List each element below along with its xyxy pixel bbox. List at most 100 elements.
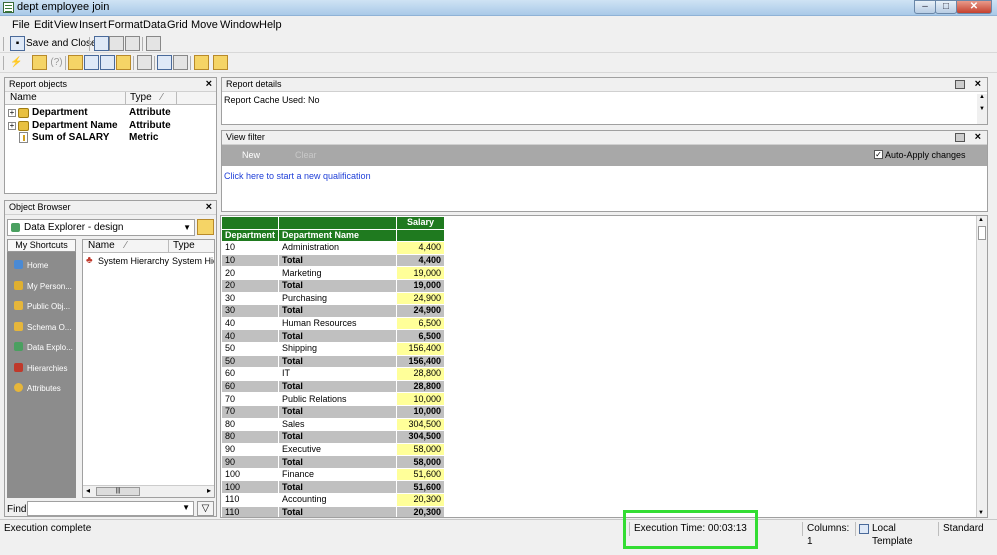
table-row[interactable]: 90 Executive 58,000 (221, 442, 446, 457)
shortcut-data-explorer[interactable]: Data Explo... (14, 342, 73, 354)
source-dropdown[interactable]: Data Explorer - design ▼ (7, 219, 195, 236)
table-row[interactable]: 50 Shipping 156,400 (221, 341, 446, 356)
department-cell[interactable]: 70 (221, 392, 280, 406)
new-qualification-link[interactable]: Click here to start a new qualification (224, 171, 371, 181)
report-object-item[interactable]: + Department Attribute (5, 107, 216, 119)
scroll-thumb[interactable]: ||| (96, 487, 140, 496)
salary-cell[interactable]: 24,900 (396, 291, 446, 306)
column-type[interactable]: Type (125, 92, 177, 104)
department-cell[interactable]: 80 (221, 430, 280, 444)
save-icon[interactable]: ▪ (10, 36, 25, 51)
list-item[interactable]: ♣ System Hierarchy System Hie (85, 255, 214, 267)
minimize-panel-icon[interactable] (955, 80, 965, 89)
department-cell[interactable]: 90 (221, 442, 280, 457)
total-row[interactable]: 10 Total 4,400 (221, 253, 446, 268)
table-row[interactable]: 110 Accounting 20,300 (221, 493, 446, 507)
menu-edit[interactable]: Edit (34, 19, 53, 31)
table-row[interactable]: 60 IT 28,800 (221, 367, 446, 381)
department-name-cell[interactable]: Total (278, 505, 398, 517)
table-row[interactable]: 80 Sales 304,500 (221, 417, 446, 432)
expand-icon[interactable]: + (8, 122, 16, 130)
salary-cell[interactable]: 10,000 (396, 392, 446, 406)
total-row[interactable]: 30 Total 24,900 (221, 304, 446, 318)
department-cell[interactable]: 10 (221, 253, 280, 268)
department-cell[interactable]: 50 (221, 341, 280, 356)
clear-button[interactable]: Clear (295, 150, 317, 160)
save-and-close-button[interactable]: Save and Close (26, 38, 97, 49)
salary-cell[interactable]: 156,400 (396, 341, 446, 356)
total-row[interactable]: 40 Total 6,500 (221, 329, 446, 343)
close-object-browser-icon[interactable]: × (206, 202, 212, 213)
sort-icon[interactable] (32, 55, 47, 70)
table-row[interactable]: 10 Administration 4,400 (221, 241, 446, 255)
table-row[interactable]: 40 Human Resources 6,500 (221, 316, 446, 331)
salary-cell[interactable]: 28,800 (396, 379, 446, 394)
grid-view-icon[interactable] (84, 55, 99, 70)
department-cell[interactable]: 90 (221, 455, 280, 469)
department-name-cell[interactable]: Marketing (278, 266, 398, 280)
grid-vertical-scrollbar[interactable]: ▲ ▼ (976, 216, 987, 517)
metric-header[interactable]: Salary (396, 216, 446, 230)
department-cell[interactable]: 50 (221, 354, 280, 369)
book-icon[interactable] (94, 36, 109, 51)
department-name-cell[interactable]: Accounting (278, 493, 398, 507)
wizard-icon[interactable] (194, 55, 209, 70)
salary-cell[interactable]: 6,500 (396, 316, 446, 331)
department-cell[interactable]: 110 (221, 505, 280, 517)
department-name-cell[interactable]: Total (278, 354, 398, 369)
department-name-cell[interactable]: Human Resources (278, 316, 398, 331)
department-cell[interactable]: 60 (221, 379, 280, 394)
vertical-scrollbar[interactable]: ▲ ▼ (977, 94, 987, 124)
find-icon[interactable] (157, 55, 172, 70)
formula-icon[interactable]: (?) (49, 55, 64, 70)
department-name-cell[interactable]: Total (278, 455, 398, 469)
menu-window[interactable]: Window (220, 19, 259, 31)
department-cell[interactable]: 40 (221, 329, 280, 343)
salary-cell[interactable]: 19,000 (396, 278, 446, 293)
department-name-cell[interactable]: Total (278, 379, 398, 394)
new-button[interactable]: New (242, 150, 260, 160)
menu-view[interactable]: View (54, 19, 78, 31)
department-cell[interactable]: 30 (221, 291, 280, 306)
maximize-button[interactable]: □ (935, 0, 957, 14)
department-name-cell[interactable]: Finance (278, 467, 398, 482)
my-shortcuts-tab[interactable]: My Shortcuts (7, 239, 76, 252)
page-by-icon[interactable] (137, 55, 152, 70)
department-cell[interactable]: 100 (221, 480, 280, 495)
scroll-thumb[interactable] (978, 226, 986, 240)
menu-data[interactable]: Data (143, 19, 166, 31)
run-icon[interactable]: ⚡ (9, 55, 24, 70)
department-name-cell[interactable]: Sales (278, 417, 398, 432)
department-cell[interactable]: 70 (221, 404, 280, 419)
minimize-panel-icon[interactable] (955, 133, 965, 142)
minimize-button[interactable]: – (914, 0, 936, 14)
department-header[interactable]: Department (221, 228, 280, 243)
total-row[interactable]: 60 Total 28,800 (221, 379, 446, 394)
salary-cell[interactable]: 4,400 (396, 253, 446, 268)
salary-cell[interactable]: 28,800 (396, 367, 446, 381)
shortcut-attributes[interactable]: Attributes (14, 383, 61, 395)
total-row[interactable]: 50 Total 156,400 (221, 354, 446, 369)
salary-cell[interactable]: 304,500 (396, 430, 446, 444)
salary-cell[interactable]: 4,400 (396, 241, 446, 255)
drill-icon[interactable] (173, 55, 188, 70)
export-icon[interactable] (146, 36, 161, 51)
department-name-cell[interactable]: Total (278, 430, 398, 444)
salary-cell[interactable]: 20,300 (396, 493, 446, 507)
shortcut-hierarchies[interactable]: Hierarchies (14, 363, 67, 375)
salary-cell[interactable]: 10,000 (396, 404, 446, 419)
department-name-cell[interactable]: Executive (278, 442, 398, 457)
report-object-item[interactable]: Sum of SALARY Metric (5, 132, 216, 144)
table-row[interactable]: 100 Finance 51,600 (221, 467, 446, 482)
options-icon[interactable] (213, 55, 228, 70)
department-cell[interactable]: 100 (221, 467, 280, 482)
column-name[interactable]: Name (88, 240, 115, 252)
salary-cell[interactable]: 58,000 (396, 442, 446, 457)
department-cell[interactable]: 80 (221, 417, 280, 432)
column-type[interactable]: Type (168, 240, 214, 252)
close-view-filter-icon[interactable]: × (975, 132, 981, 143)
print-icon[interactable] (125, 36, 140, 51)
dropdown-arrow-icon[interactable]: ▼ (182, 503, 190, 512)
department-name-cell[interactable]: Total (278, 278, 398, 293)
menu-help[interactable]: Help (259, 19, 282, 31)
